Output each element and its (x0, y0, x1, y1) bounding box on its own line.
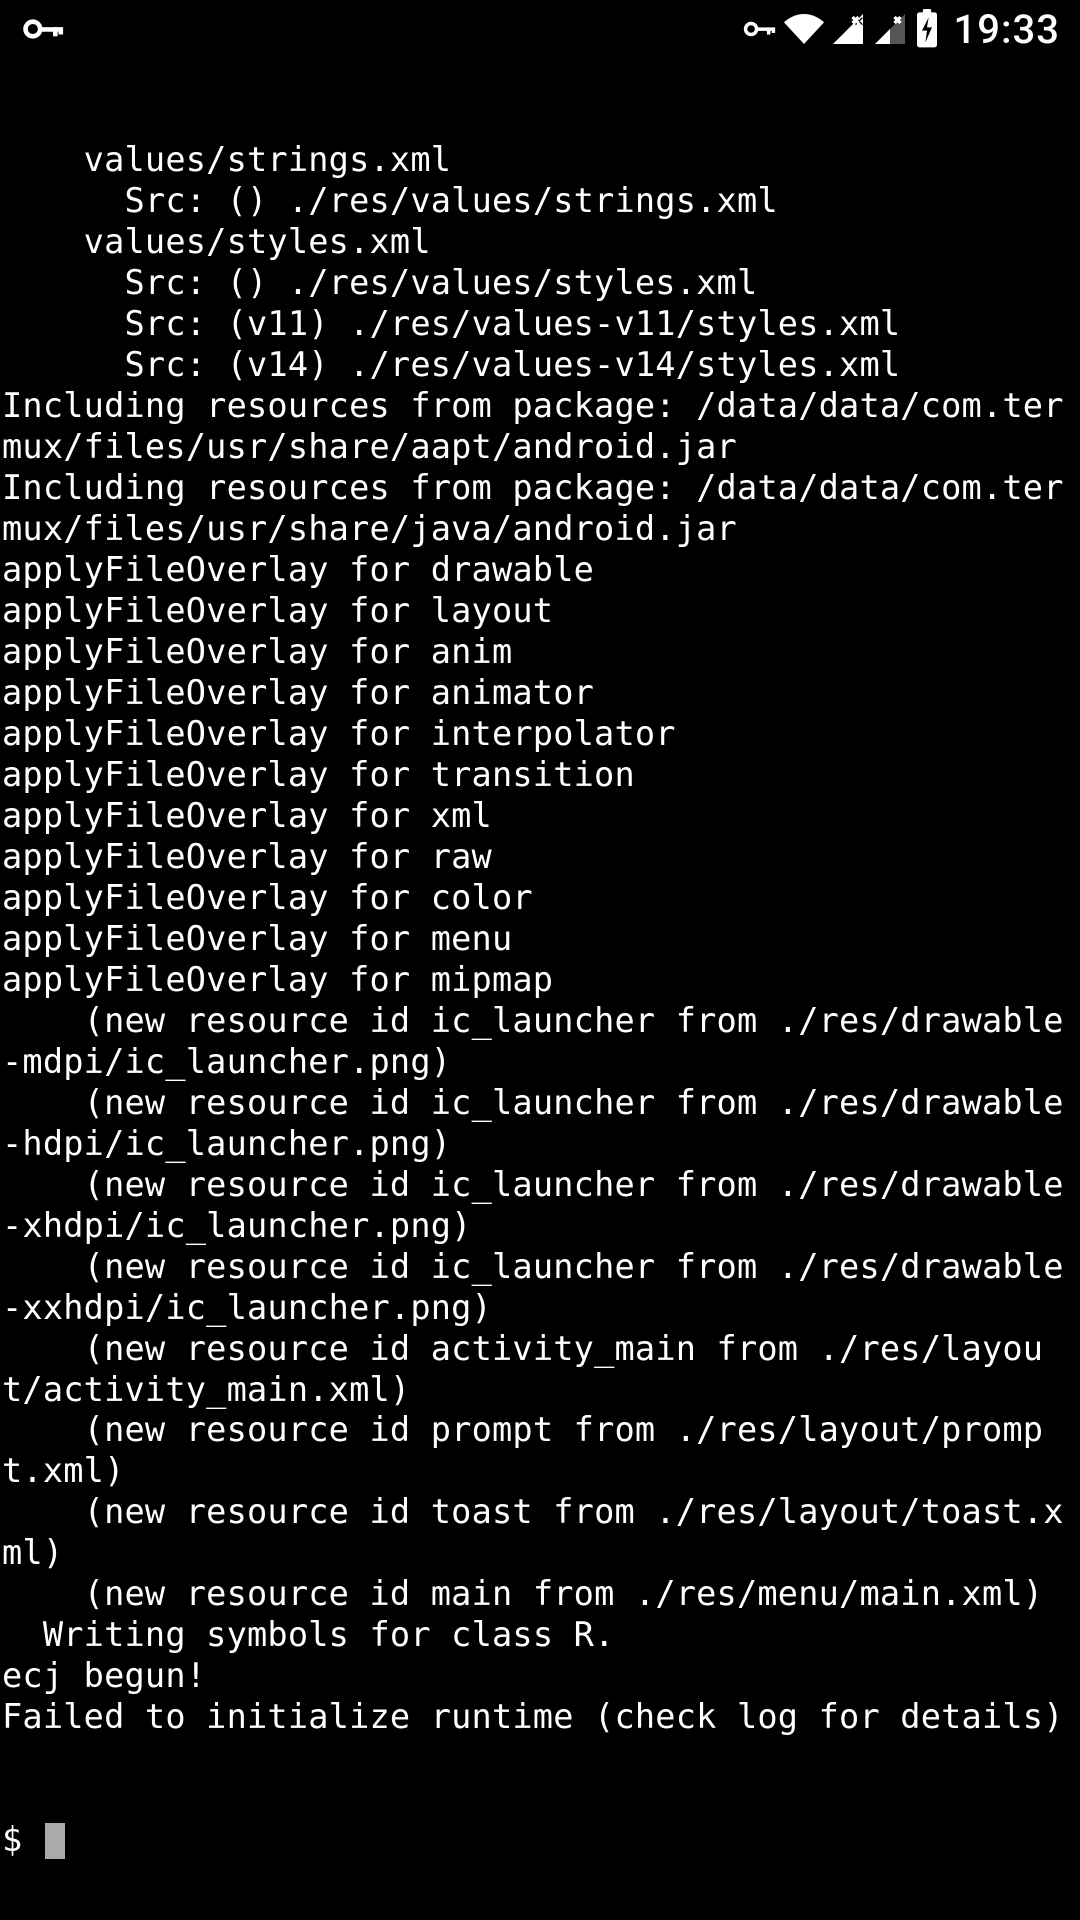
terminal-cursor (45, 1823, 65, 1859)
terminal-prompt-line[interactable]: $ (2, 1820, 1078, 1861)
terminal-output-text: values/strings.xml Src: () ./res/values/… (2, 140, 1078, 1738)
vpn-key-icon (740, 10, 778, 48)
status-bar: ✕ 19:33 (0, 0, 1080, 58)
vpn-key-icon (20, 7, 64, 51)
prompt-symbol: $ (2, 1820, 43, 1861)
cellular-signal-2-icon (872, 11, 908, 47)
status-bar-left (20, 7, 64, 51)
battery-charging-icon (914, 9, 940, 49)
terminal-viewport[interactable]: values/strings.xml Src: () ./res/values/… (0, 58, 1080, 1902)
cellular-signal-1-icon: ✕ (830, 11, 866, 47)
wifi-icon (784, 9, 824, 49)
status-bar-right: ✕ 19:33 (740, 6, 1060, 53)
status-bar-clock: 19:33 (954, 6, 1060, 53)
